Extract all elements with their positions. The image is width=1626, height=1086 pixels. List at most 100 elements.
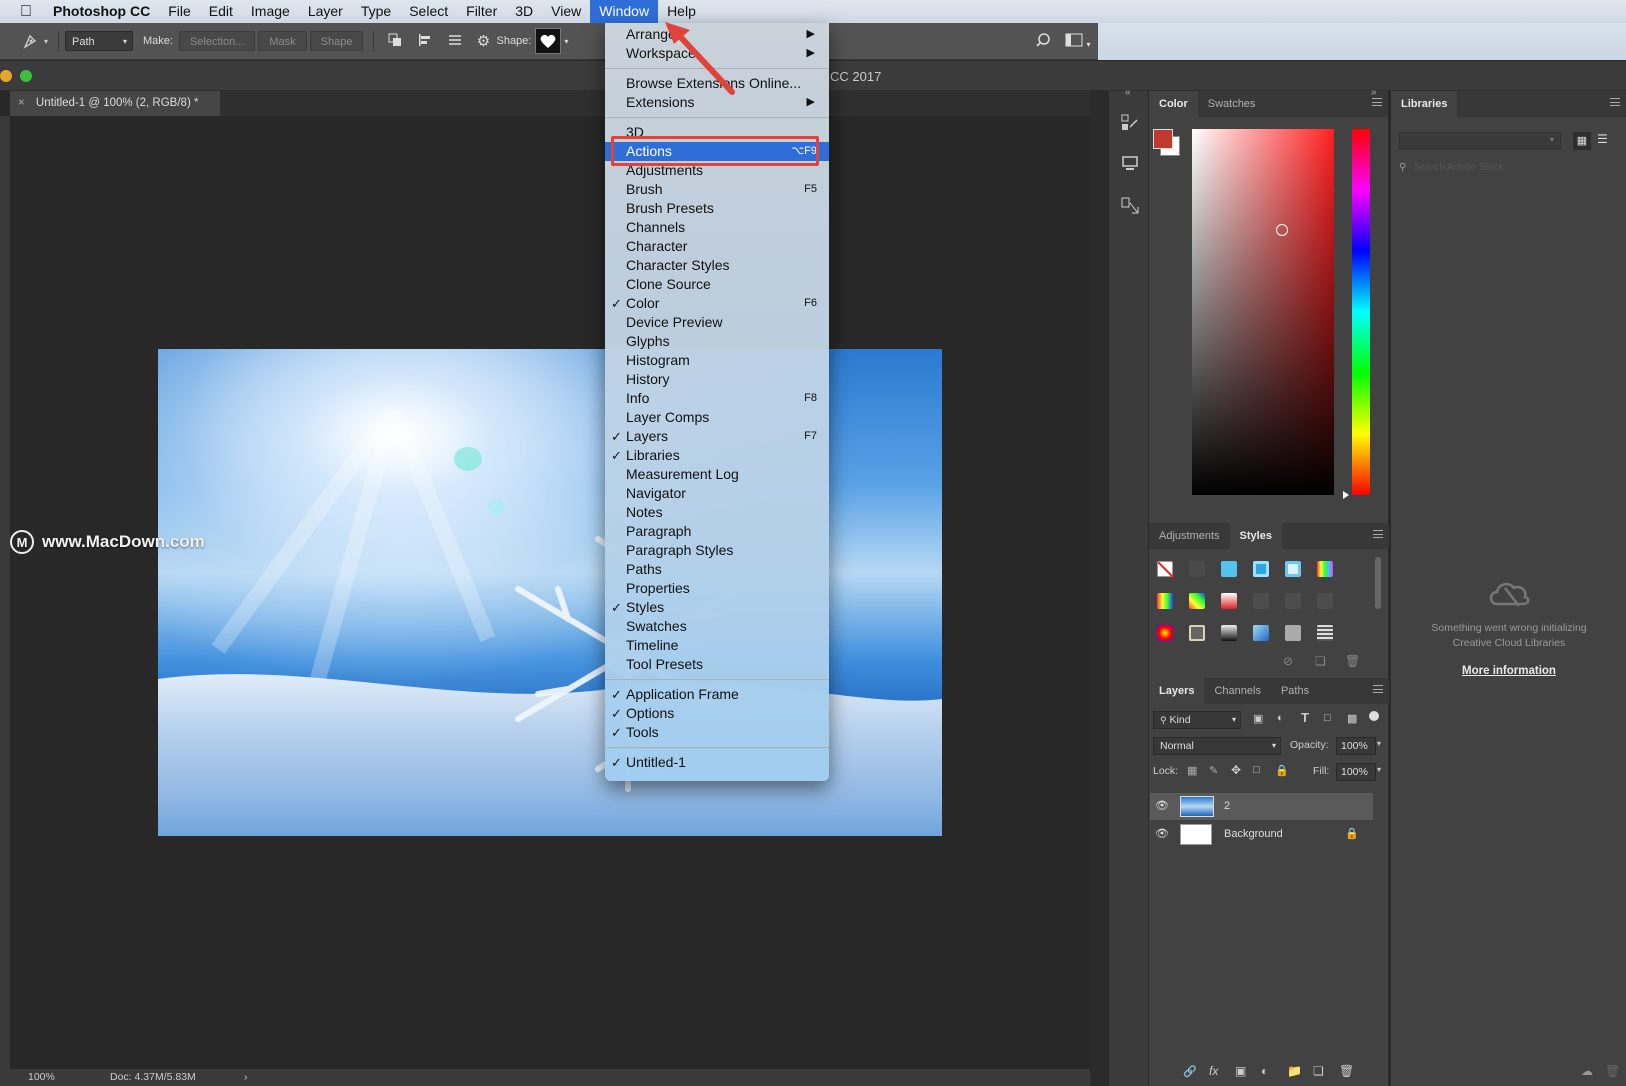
window-menu-item-paragraph[interactable]: Paragraph [605, 522, 829, 541]
panel-menu-icon[interactable] [1372, 98, 1382, 106]
lock-pixels-icon[interactable]: ✎ [1209, 764, 1218, 777]
path-operations-icon[interactable] [380, 32, 410, 51]
style-swatch[interactable] [1285, 561, 1301, 577]
smart-object-filter-icon[interactable]: ▩ [1347, 712, 1357, 725]
window-menu-item-layers[interactable]: ✓ Layers F7 [605, 427, 829, 446]
menu-filter[interactable]: Filter [457, 0, 506, 23]
workspace-switcher-icon[interactable]: ▾ [1058, 33, 1098, 50]
style-swatch[interactable] [1317, 561, 1333, 577]
pixel-filter-icon[interactable]: ▣ [1253, 712, 1263, 725]
window-menu-item-layer-comps[interactable]: Layer Comps [605, 408, 829, 427]
panel-menu-icon[interactable] [1373, 685, 1383, 693]
add-mask-icon[interactable]: ▣ [1235, 1064, 1246, 1078]
color-field[interactable] [1192, 129, 1334, 495]
grid-view-icon[interactable]: ▦ [1573, 132, 1591, 150]
lock-all-icon[interactable]: 🔒 [1275, 764, 1289, 777]
type-filter-icon[interactable]: T [1301, 710, 1309, 725]
layer-style-icon[interactable]: fx [1209, 1064, 1218, 1078]
tab-libraries[interactable]: Libraries [1391, 91, 1458, 117]
panel-menu-icon[interactable] [1610, 98, 1620, 106]
collapse-arrows-icon[interactable]: » [1371, 87, 1377, 98]
tab-styles[interactable]: Styles [1229, 523, 1282, 549]
window-menu-item-brush[interactable]: Brush F5 [605, 180, 829, 199]
adjustment-layer-icon[interactable]: ◐ [1261, 1064, 1268, 1078]
window-menu-item-device-preview[interactable]: Device Preview [605, 313, 829, 332]
lock-transparent-icon[interactable]: ▦ [1187, 764, 1197, 777]
window-menu-item-navigator[interactable]: Navigator [605, 484, 829, 503]
window-menu-item-options[interactable]: ✓ Options [605, 704, 829, 723]
menu-layer[interactable]: Layer [299, 0, 352, 23]
eye-icon[interactable]: 👁 [1155, 821, 1169, 848]
status-menu-arrow[interactable]: › [244, 1069, 248, 1086]
stock-search-input[interactable]: ⚲ Search Adobe Stock [1399, 159, 1621, 177]
zoom-level[interactable]: 100% [28, 1069, 55, 1086]
window-menu-item-application-frame[interactable]: ✓ Application Frame [605, 685, 829, 704]
opacity-field[interactable]: 100% [1336, 737, 1376, 755]
style-swatch[interactable] [1189, 625, 1205, 641]
collapse-arrows-icon[interactable]: « [1125, 87, 1131, 98]
window-menu-item-measurement-log[interactable]: Measurement Log [605, 465, 829, 484]
window-menu-item-properties[interactable]: Properties [605, 579, 829, 598]
new-style-icon[interactable]: ❏ [1315, 654, 1326, 668]
layer-name[interactable]: 2 [1224, 793, 1230, 820]
window-menu-item-channels[interactable]: Channels [605, 218, 829, 237]
window-menu-item-character-styles[interactable]: Character Styles [605, 256, 829, 275]
fill-field[interactable]: 100% [1336, 763, 1376, 781]
make-mask-button[interactable]: Mask [258, 31, 307, 51]
style-swatch[interactable] [1285, 625, 1301, 641]
style-swatch[interactable] [1221, 561, 1237, 577]
tab-color[interactable]: Color [1149, 91, 1198, 117]
foreground-color-swatch[interactable] [1153, 129, 1173, 149]
style-swatch[interactable] [1285, 593, 1301, 609]
chevron-down-icon[interactable]: ▾ [564, 37, 568, 46]
window-menu-item-styles[interactable]: ✓ Styles [605, 598, 829, 617]
hue-slider[interactable] [1352, 129, 1370, 495]
more-information-link[interactable]: More information [1391, 665, 1626, 677]
window-menu-item-untitled-1[interactable]: ✓ Untitled-1 [605, 753, 829, 772]
hue-slider-handle[interactable] [1343, 491, 1349, 499]
close-icon[interactable]: × [18, 97, 25, 109]
new-layer-icon[interactable]: ❏ [1313, 1064, 1324, 1078]
window-menu-item-character[interactable]: Character [605, 237, 829, 256]
library-select[interactable]: ▾ [1399, 132, 1561, 150]
layer-row[interactable]: 👁 Background 🔒 [1150, 821, 1373, 848]
apple-icon[interactable]:  [0, 0, 44, 23]
style-swatch[interactable] [1221, 593, 1237, 609]
chevron-down-icon[interactable]: ▾ [1377, 765, 1381, 774]
pen-tool-icon[interactable]: ▾ [22, 32, 52, 50]
window-menu-item-swatches[interactable]: Swatches [605, 617, 829, 636]
chevron-down-icon[interactable]: ▾ [1377, 739, 1381, 748]
eye-icon[interactable]: 👁 [1155, 793, 1169, 820]
color-picker-cursor[interactable] [1276, 224, 1288, 236]
tool-mode-select[interactable]: Path ▾ [65, 31, 133, 51]
window-menu-item-glyphs[interactable]: Glyphs [605, 332, 829, 351]
lock-artboard-icon[interactable]: □ [1253, 764, 1260, 776]
menu-3d[interactable]: 3D [506, 0, 542, 23]
make-shape-button[interactable]: Shape [309, 31, 364, 51]
minimize-button[interactable] [0, 70, 12, 82]
style-swatch[interactable] [1221, 625, 1237, 641]
app-menu[interactable]: Photoshop CC [44, 0, 159, 23]
window-menu-item-color[interactable]: ✓ Color F6 [605, 294, 829, 313]
menu-image[interactable]: Image [242, 0, 299, 23]
window-menu-item-paragraph-styles[interactable]: Paragraph Styles [605, 541, 829, 560]
document-tab[interactable]: × Untitled-1 @ 100% (2, RGB/8) * [10, 91, 220, 116]
layer-filter-select[interactable]: ⚲ Kind ▾ [1153, 711, 1241, 729]
delete-style-icon[interactable]: 🗑 [1345, 654, 1360, 668]
gear-icon[interactable]: ⚙ [470, 32, 496, 50]
history-panel-icon[interactable] [1120, 113, 1140, 136]
layer-row[interactable]: 👁 2 [1150, 793, 1373, 820]
filter-toggle-icon[interactable] [1369, 711, 1379, 721]
blend-mode-select[interactable]: Normal ▾ [1153, 737, 1281, 755]
tab-paths[interactable]: Paths [1271, 678, 1319, 704]
window-menu-item-clone-source[interactable]: Clone Source [605, 275, 829, 294]
window-menu-item-tools[interactable]: ✓ Tools [605, 723, 829, 742]
tab-channels[interactable]: Channels [1204, 678, 1270, 704]
new-group-icon[interactable]: 📁 [1287, 1064, 1302, 1078]
search-icon[interactable] [1028, 32, 1058, 51]
lock-position-icon[interactable]: ✥ [1231, 763, 1241, 777]
shape-filter-icon[interactable]: □ [1324, 712, 1331, 724]
window-menu-item-tool-presets[interactable]: Tool Presets [605, 655, 829, 674]
menu-edit[interactable]: Edit [200, 0, 242, 23]
style-swatch[interactable] [1317, 625, 1333, 641]
